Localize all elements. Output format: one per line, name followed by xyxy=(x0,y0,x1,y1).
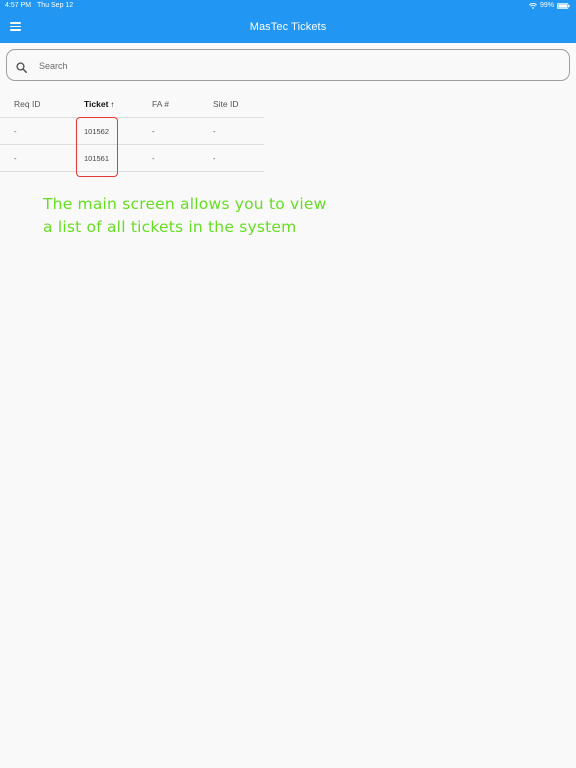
search-bar[interactable] xyxy=(6,49,570,81)
app-bar: 4:57 PM Thu Sep 12 99% MasTec Tickets xyxy=(0,0,576,43)
cell-req-id: - xyxy=(14,154,17,163)
column-header-site-id[interactable]: Site ID xyxy=(213,99,239,109)
cell-site-id: - xyxy=(213,127,216,136)
search-icon xyxy=(16,60,27,73)
battery-icon xyxy=(557,2,570,9)
page-title: MasTec Tickets xyxy=(249,21,327,33)
cell-req-id: - xyxy=(14,127,17,136)
column-header-req-id[interactable]: Req ID xyxy=(14,99,40,109)
status-right: 99% xyxy=(528,2,570,9)
status-date: Thu Sep 12 xyxy=(37,2,74,9)
search-input[interactable] xyxy=(39,58,539,74)
annotation-line-2: a list of all tickets in the system xyxy=(43,218,297,236)
tickets-table: Req ID Ticket ↑ FA # Site ID - 101562 - -… xyxy=(0,90,264,172)
column-header-fa[interactable]: FA # xyxy=(152,99,169,109)
table-row[interactable]: - 101562 - - xyxy=(0,118,264,145)
column-header-ticket-label: Ticket xyxy=(84,99,109,109)
battery-percent: 99% xyxy=(539,2,554,9)
wifi-icon xyxy=(528,2,537,9)
cell-fa: - xyxy=(152,154,155,163)
annotation-text: The main screen allows you to view a lis… xyxy=(43,193,363,239)
status-bar: 4:57 PM Thu Sep 12 99% xyxy=(0,0,576,12)
annotation-line-1: The main screen allows you to view xyxy=(43,195,327,213)
column-header-ticket[interactable]: Ticket ↑ xyxy=(84,99,114,109)
status-time: 4:57 PM xyxy=(5,2,32,9)
table-header: Req ID Ticket ↑ FA # Site ID xyxy=(0,90,264,118)
sort-ascending-icon: ↑ xyxy=(110,100,115,109)
cell-fa: - xyxy=(152,127,155,136)
cell-site-id: - xyxy=(213,154,216,163)
table-row[interactable]: - 101561 - - xyxy=(0,145,264,172)
ticket-highlight-box xyxy=(76,117,118,177)
